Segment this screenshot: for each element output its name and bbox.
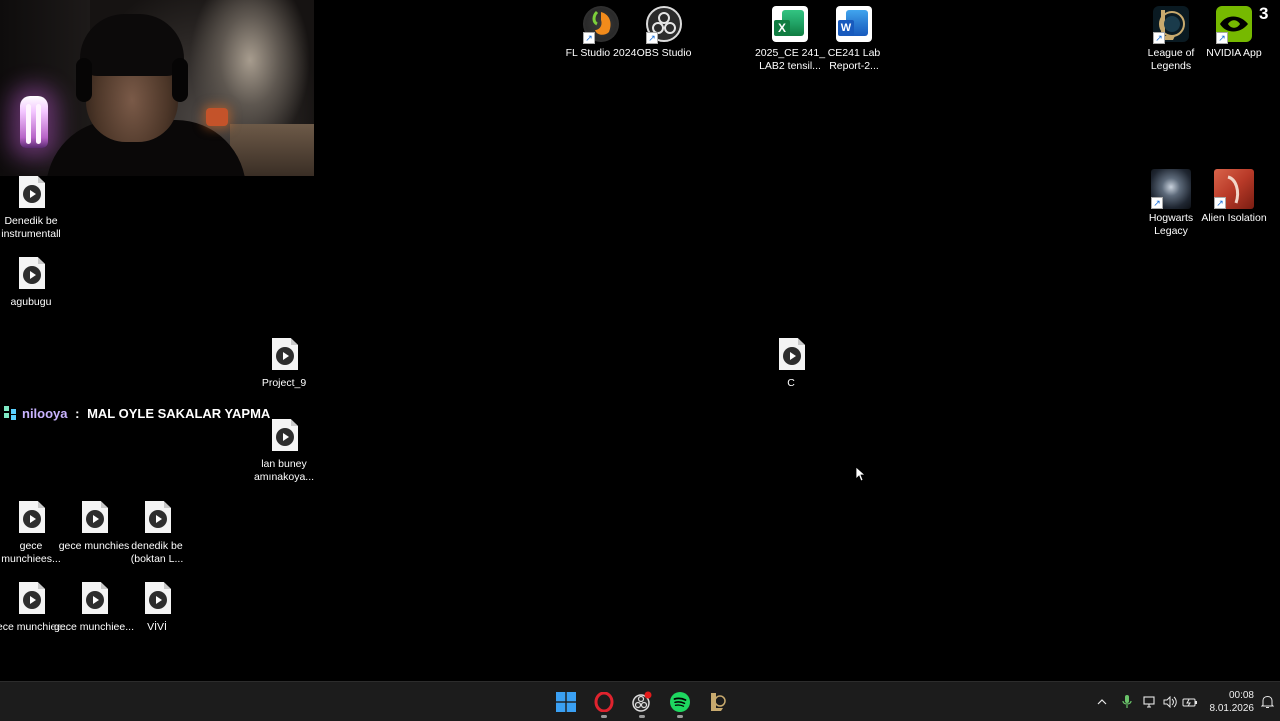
chat-separator: :: [71, 405, 84, 421]
icon-label: VİVİ: [147, 621, 167, 633]
league-icon: [711, 692, 726, 711]
obs-recording-icon: [632, 691, 652, 712]
video-file-icon: [149, 591, 167, 609]
webcam-overlay: [0, 0, 314, 176]
shortcut-arrow-icon: ↗: [1216, 32, 1228, 44]
icon-label: lan buney amınakoya...: [253, 458, 315, 483]
icon-label: Alien Isolation: [1201, 212, 1267, 224]
taskbar-league-client[interactable]: [700, 682, 736, 721]
shortcut-arrow-icon: ↗: [1151, 197, 1163, 209]
clock[interactable]: 00:08 8.01.2026: [1202, 689, 1255, 715]
taskbar-opera[interactable]: [586, 682, 622, 721]
taskbar-spotify[interactable]: [662, 682, 698, 721]
video-file-icon: [783, 347, 801, 365]
excel-icon: X: [772, 6, 808, 42]
video-file-icon: [149, 510, 167, 528]
chat-badge-icon: [4, 406, 18, 420]
icon-label: Project_9: [261, 377, 307, 389]
shortcut-arrow-icon: ↗: [646, 32, 658, 44]
taskbar: 00:08 8.01.2026: [0, 681, 1280, 721]
desktop-icon-hogwarts-legacy[interactable]: ↗ Hogwarts Legacy: [1136, 165, 1206, 238]
desktop[interactable]: ↗ FL Studio 2024 ↗ OBS Studio X 2025_CE …: [0, 0, 1280, 681]
notifications-bell-icon[interactable]: [1254, 695, 1280, 709]
clock-date: 8.01.2026: [1209, 702, 1255, 714]
video-file-icon: [276, 347, 294, 365]
video-file-icon: [23, 591, 41, 609]
word-icon: W: [836, 6, 872, 42]
start-button[interactable]: [548, 682, 584, 721]
desktop-icon-vivi[interactable]: VİVİ: [122, 578, 192, 634]
clock-time: 00:08: [1228, 689, 1254, 701]
desktop-icon-obs-studio[interactable]: ↗ OBS Studio: [629, 2, 699, 60]
chat-message-overlay: nilooya : MAL OYLE SAKALAR YAPMA: [4, 404, 270, 422]
windows-start-icon: [556, 691, 576, 712]
video-file-icon: [23, 266, 41, 284]
icon-label: C: [787, 377, 795, 389]
desktop-icon-league-of-legends[interactable]: ↗ League of Legends: [1136, 2, 1206, 73]
video-file-icon: [276, 428, 294, 446]
taskbar-apps: [548, 682, 736, 721]
video-file-icon: [86, 591, 104, 609]
icon-label: agubugu: [10, 296, 52, 308]
volume-icon[interactable]: [1160, 682, 1180, 721]
system-tray: 00:08 8.01.2026: [1090, 682, 1280, 721]
icon-label: CE241 Lab Report-2...: [827, 47, 881, 72]
desktop-icon-lan-buney[interactable]: lan buney amınakoya...: [249, 415, 319, 484]
video-file-icon: [23, 185, 41, 203]
microphone-icon[interactable]: [1114, 682, 1140, 721]
desktop-icon-project-9[interactable]: Project_9: [249, 334, 319, 390]
battery-charging-icon[interactable]: [1180, 682, 1200, 721]
video-file-icon: [86, 510, 104, 528]
desktop-icon-c[interactable]: C: [756, 334, 826, 390]
taskbar-obs[interactable]: [624, 682, 660, 721]
spotify-icon: [670, 691, 690, 712]
video-file-icon: [23, 510, 41, 528]
running-indicator: [601, 715, 607, 718]
opera-icon: [594, 691, 614, 712]
chat-message-text: MAL OYLE SAKALAR YAPMA: [87, 405, 271, 421]
icon-label: NVIDIA App: [1206, 47, 1262, 59]
desktop-icon-alien-isolation[interactable]: ↗ Alien Isolation: [1199, 165, 1269, 225]
shortcut-arrow-icon: ↗: [1214, 197, 1226, 209]
network-icon[interactable]: [1140, 682, 1160, 721]
desktop-icon-word-file[interactable]: W CE241 Lab Report-2...: [819, 2, 889, 73]
running-indicator: [639, 715, 645, 718]
shortcut-arrow-icon: ↗: [1153, 32, 1165, 44]
mouse-cursor-icon: [855, 466, 867, 487]
icon-label: Denedik be instrumentall: [1, 215, 61, 240]
icon-label: denedik be (boktan L...: [130, 540, 184, 565]
running-indicator: [677, 715, 683, 718]
show-hidden-icons-chevron-up-icon[interactable]: [1090, 682, 1114, 721]
notification-count-badge: 3: [1259, 4, 1269, 23]
desktop-icon-gece-munchiees[interactable]: gece munchiees...: [0, 497, 66, 566]
desktop-icon-denedik-instrumental[interactable]: Denedik be instrumentall: [0, 172, 66, 241]
shortcut-arrow-icon: ↗: [583, 32, 595, 44]
icon-label: OBS Studio: [636, 47, 692, 59]
chat-username: nilooya: [22, 405, 68, 421]
desktop-icon-denedik-boktan[interactable]: denedik be (boktan L...: [122, 497, 192, 566]
desktop-icon-agubugu[interactable]: agubugu: [0, 253, 66, 309]
